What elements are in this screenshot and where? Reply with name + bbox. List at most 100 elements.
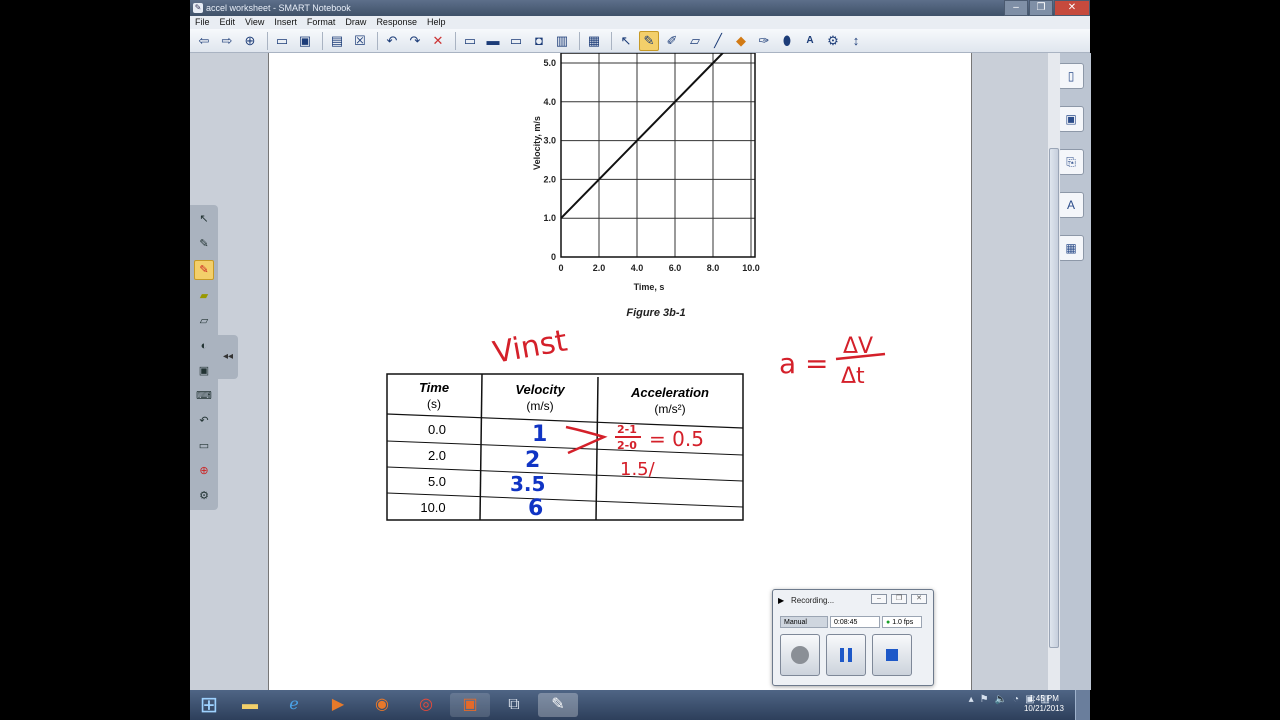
page-sorter-icon[interactable]: ▯ — [1058, 63, 1084, 89]
start-button-icon[interactable]: ⊞ — [192, 690, 226, 720]
attachments-icon[interactable]: ⎘ — [1058, 149, 1084, 175]
menu-file[interactable]: File — [190, 16, 215, 29]
x-tick-label: 10.0 — [742, 263, 760, 273]
recorder-minimize-button[interactable]: ‒ — [871, 594, 887, 604]
recorder-restore-button[interactable]: ❐ — [891, 594, 907, 604]
time-cell: 0.0 — [428, 422, 446, 437]
spotlight-icon[interactable]: ▭ — [195, 437, 213, 455]
collapse-tools-button[interactable]: ◂◂ — [218, 335, 238, 379]
document-camera-icon[interactable]: ▭ — [506, 31, 526, 51]
addons-icon[interactable]: ▦ — [1058, 235, 1084, 261]
camera-icon: ▶ — [778, 596, 785, 605]
volume-icon[interactable]: 🔈 — [995, 694, 1007, 705]
notebook-icon[interactable]: ▣ — [195, 362, 213, 380]
line-icon[interactable]: ╱ — [708, 31, 728, 51]
menu-response[interactable]: Response — [371, 16, 422, 29]
toolbar-settings-icon[interactable]: ▥ — [552, 31, 572, 51]
shapes-icon[interactable]: ◆ — [731, 31, 751, 51]
network-icon[interactable]: ⧉ — [494, 693, 534, 717]
smart-notebook-taskbar-icon[interactable]: ✎ — [538, 693, 578, 717]
recorder-controls — [780, 634, 912, 676]
highlighter-icon[interactable]: ▰ — [195, 287, 213, 305]
screen-shade-icon[interactable]: ◐ — [195, 337, 213, 355]
pause-button[interactable] — [826, 634, 866, 676]
file-explorer-icon[interactable]: ▬ — [230, 693, 270, 717]
undo-icon[interactable]: ↶ — [195, 412, 213, 430]
recorder-close-button[interactable]: ✕ — [911, 594, 927, 604]
recorder-title: Recording... — [791, 596, 835, 605]
full-screen-icon[interactable]: ▭ — [460, 31, 480, 51]
text-icon[interactable]: A — [800, 31, 820, 51]
wifi-icon[interactable]: ◔ — [1013, 694, 1019, 705]
internet-explorer-icon[interactable]: ℯ — [274, 693, 314, 717]
undo-icon[interactable]: ↶ — [382, 31, 402, 51]
eraser-icon[interactable]: ▱ — [685, 31, 705, 51]
minimize-button[interactable]: ‒ — [1004, 0, 1028, 16]
mode-select[interactable]: Manual — [780, 616, 828, 628]
customize-icon[interactable]: ⚙ — [195, 487, 213, 505]
clock[interactable]: 1:45 PM 10/21/2013 — [1024, 694, 1064, 714]
pointer-icon[interactable]: ⊕ — [195, 462, 213, 480]
screen-shade-icon[interactable]: ▬ — [483, 31, 503, 51]
clock-time: 1:45 PM — [1029, 694, 1059, 703]
time-cell: 2.0 — [428, 448, 446, 463]
toolbar-separator — [267, 31, 268, 50]
add-page-icon[interactable]: ⊕ — [240, 31, 260, 51]
menu-format[interactable]: Format — [302, 16, 341, 29]
select-pointer-icon[interactable]: ↖ — [616, 31, 636, 51]
window-title: accel worksheet - SMART Notebook — [206, 3, 351, 13]
properties-icon[interactable]: A — [1058, 192, 1084, 218]
flag-icon[interactable]: ⚑ — [980, 694, 989, 705]
scrollbar-thumb[interactable] — [1049, 148, 1059, 648]
title-bar: ✎ accel worksheet - SMART Notebook ‒ ❐ ✕ — [190, 0, 1090, 16]
gallery-icon[interactable]: ▣ — [1058, 106, 1084, 132]
velocity-value: 3.5 — [510, 472, 545, 496]
toolbar: ⇦ ⇨ ⊕ ▭ ▣ ▤ ☒ ↶ ↷ ✕ ▭ ▬ ▭ ◘ ▥ ▦ ↖ ✎ ✐ ▱ … — [190, 29, 1090, 53]
chrome-icon[interactable]: ◎ — [406, 693, 446, 717]
close-button[interactable]: ✕ — [1054, 0, 1090, 16]
stop-button[interactable] — [872, 634, 912, 676]
powerpoint-icon[interactable]: ▣ — [450, 693, 490, 717]
redo-icon[interactable]: ↷ — [405, 31, 425, 51]
paste-icon[interactable]: ▤ — [327, 31, 347, 51]
pen-blue-icon[interactable]: ✎ — [195, 235, 213, 253]
delete-icon[interactable]: ☒ — [350, 31, 370, 51]
pen-icon[interactable]: ✎ — [639, 30, 659, 51]
back-arrow-icon[interactable]: ⇦ — [194, 31, 214, 51]
x-axis-label: Time, s — [634, 282, 665, 292]
forward-arrow-icon[interactable]: ⇨ — [217, 31, 237, 51]
firefox-icon[interactable]: ◉ — [362, 693, 402, 717]
screen-capture-icon[interactable]: ◘ — [529, 31, 549, 51]
calc-denominator: 2-0 — [617, 439, 637, 452]
show-hidden-icon[interactable]: ▴ — [969, 694, 974, 705]
properties-icon[interactable]: ⚙ — [823, 31, 843, 51]
pen-red-icon[interactable]: ✎ — [194, 260, 214, 280]
table-icon[interactable]: ▦ — [584, 31, 604, 51]
eraser-icon[interactable]: ▱ — [195, 312, 213, 330]
vertical-scrollbar[interactable] — [1048, 53, 1060, 690]
partial-calc: 1.5/ — [620, 459, 656, 480]
move-toolbar-icon[interactable]: ↕ — [846, 31, 866, 51]
creative-pen-icon[interactable]: ✐ — [662, 31, 682, 51]
menu-view[interactable]: View — [240, 16, 269, 29]
smart-notebook-window: ✎ accel worksheet - SMART Notebook ‒ ❐ ✕… — [190, 0, 1091, 720]
x-tick-label: 0 — [558, 263, 563, 273]
magic-pen-icon[interactable]: ✑ — [754, 31, 774, 51]
save-icon[interactable]: ▣ — [295, 31, 315, 51]
menu-help[interactable]: Help — [422, 16, 451, 29]
select-icon[interactable]: ↖ — [195, 210, 213, 228]
menu-insert[interactable]: Insert — [269, 16, 302, 29]
keyboard-icon[interactable]: ⌨ — [195, 387, 213, 405]
header-acceleration: Acceleration — [630, 385, 709, 400]
header-velocity-unit: (m/s) — [526, 399, 553, 413]
restore-button[interactable]: ❐ — [1029, 0, 1053, 16]
fill-icon[interactable]: ⬮ — [777, 31, 797, 51]
menu-edit[interactable]: Edit — [215, 16, 241, 29]
show-desktop-button[interactable] — [1075, 690, 1090, 720]
menu-draw[interactable]: Draw — [340, 16, 371, 29]
y-tick-label: 5.0 — [543, 58, 556, 68]
clear-icon[interactable]: ✕ — [428, 31, 448, 51]
record-button[interactable] — [780, 634, 820, 676]
open-folder-icon[interactable]: ▭ — [272, 31, 292, 51]
media-player-icon[interactable]: ▶ — [318, 693, 358, 717]
